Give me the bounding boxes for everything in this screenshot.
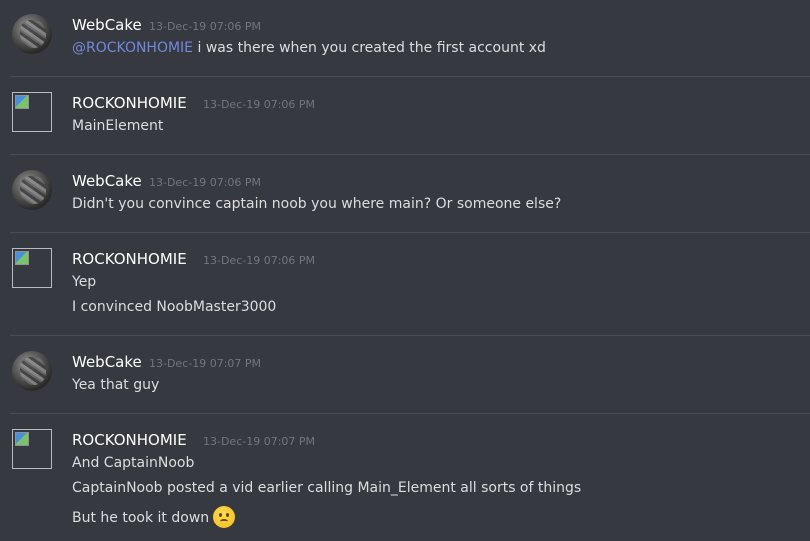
author-name[interactable]: WebCake xyxy=(72,16,142,34)
author-name[interactable]: WebCake xyxy=(72,353,142,371)
timestamp: 13-Dec-19 07:06 PM xyxy=(149,176,262,189)
author-name[interactable]: ROCKONHOMIE xyxy=(72,431,187,449)
message-line: But he took it down xyxy=(72,510,210,526)
avatar[interactable] xyxy=(12,351,52,391)
message-line: I convinced NoobMaster3000 xyxy=(72,299,277,315)
message-line: Yep xyxy=(72,274,97,290)
message-divider xyxy=(10,232,810,233)
timestamp: 13-Dec-19 07:06 PM xyxy=(203,98,316,111)
author-name[interactable]: ROCKONHOMIE xyxy=(72,94,187,112)
timestamp: 13-Dec-19 07:06 PM xyxy=(149,20,262,33)
broken-image-icon[interactable] xyxy=(12,429,52,469)
message-line: Yea that guy xyxy=(72,377,160,393)
avatar[interactable] xyxy=(12,14,52,54)
author-name[interactable]: WebCake xyxy=(72,172,142,190)
message-line: CaptainNoob posted a vid earlier calling… xyxy=(72,480,582,496)
timestamp: 13-Dec-19 07:07 PM xyxy=(203,435,316,448)
message-line: i was there when you created the first a… xyxy=(197,40,546,56)
author-name[interactable]: ROCKONHOMIE xyxy=(72,250,187,268)
timestamp: 13-Dec-19 07:06 PM xyxy=(203,254,316,267)
broken-image-icon[interactable] xyxy=(12,92,52,132)
message-line: MainElement xyxy=(72,118,164,134)
broken-image-icon[interactable] xyxy=(12,248,52,288)
message-divider xyxy=(10,335,810,336)
frowning-face-emoji-icon[interactable] xyxy=(213,506,236,528)
message-line: Didn't you convince captain noob you whe… xyxy=(72,196,562,212)
message-line-with-emoji: But he took it down xyxy=(72,506,236,528)
message-divider xyxy=(10,154,810,155)
message-divider xyxy=(10,76,810,77)
message-divider xyxy=(10,413,810,414)
message-text: @ROCKONHOMIE i was there when you create… xyxy=(72,40,546,56)
message-line: And CaptainNoob xyxy=(72,455,195,471)
timestamp: 13-Dec-19 07:07 PM xyxy=(149,357,262,370)
avatar[interactable] xyxy=(12,170,52,210)
user-mention[interactable]: @ROCKONHOMIE xyxy=(72,40,193,56)
